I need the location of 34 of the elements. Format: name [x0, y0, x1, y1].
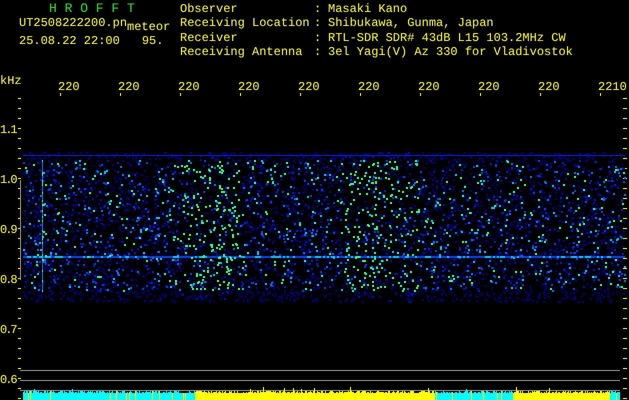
mode-label: meteor	[127, 21, 170, 33]
y-axis-label: 0.6	[0, 374, 16, 386]
field-label: Receiver	[180, 32, 239, 46]
x-axis-label: 2210	[598, 81, 627, 93]
y-axis-label: 0.7	[0, 324, 16, 336]
field-label: Observer	[180, 3, 239, 17]
field-value: 3el Yagi(V) Az 330 for Vladivostok	[328, 46, 573, 60]
file-name: UT2508222200.pn	[19, 17, 128, 29]
app-title: H R O F F T	[48, 3, 136, 15]
x-axis-label: 220	[178, 81, 200, 93]
x-axis-label: 220	[238, 81, 260, 93]
field-label: Receiving Antenna	[180, 46, 304, 60]
separator: :	[314, 3, 322, 18]
y-axis-label: 0.8	[0, 274, 16, 286]
x-axis-label: 220	[538, 81, 560, 93]
separator: :	[314, 46, 322, 60]
y-axis-label: 0.9	[0, 224, 16, 236]
x-axis-label: 220	[418, 81, 440, 93]
x-axis-label: 220	[118, 81, 140, 93]
x-axis-label: 220	[358, 81, 380, 93]
field-label: Receiving Location	[180, 17, 311, 32]
y-axis-label: 1.1	[0, 124, 16, 136]
value-label: 95.	[142, 35, 164, 47]
field-value: Shibukawa, Gunma, Japan	[328, 17, 495, 32]
timestamp: 25.08.22 22:00	[19, 35, 120, 47]
separator: :	[314, 32, 322, 46]
x-axis-label: 220	[58, 81, 80, 93]
separator: :	[314, 17, 322, 32]
field-value: RTL-SDR SDR# 43dB L15 103.2MHz CW	[328, 32, 567, 46]
field-value: Masaki Kano	[328, 3, 408, 17]
x-axis-label: 220	[298, 81, 320, 93]
x-axis-label: 220	[478, 81, 500, 93]
y-axis-label: 1.0	[0, 174, 16, 186]
axis-unit: kHz	[0, 75, 22, 87]
